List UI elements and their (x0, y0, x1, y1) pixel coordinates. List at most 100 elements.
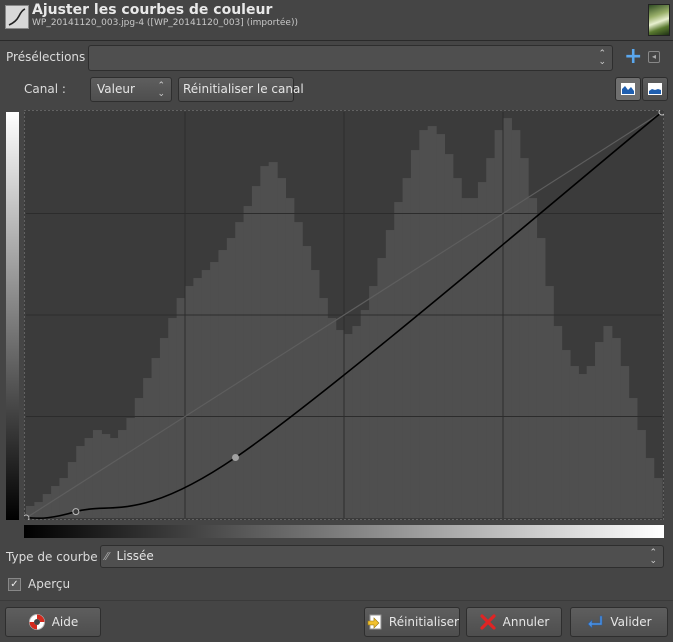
histogram-bar (611, 338, 621, 518)
histogram-bar (218, 250, 228, 518)
histogram-bar (210, 262, 220, 518)
image-thumbnail (648, 4, 670, 36)
enter-arrow-icon (587, 615, 603, 629)
histogram-bar (477, 182, 487, 518)
curve-control-point[interactable] (232, 453, 240, 461)
histogram-bar (251, 186, 261, 518)
vertical-gradient-bar (6, 112, 19, 520)
histogram-bar (76, 446, 86, 518)
log-histogram-button[interactable] (642, 77, 668, 101)
histogram-bar (469, 198, 479, 518)
histogram-bar (318, 298, 328, 518)
histogram-bar (335, 330, 345, 518)
ok-button[interactable]: Valider (570, 607, 668, 637)
histogram-bar (126, 418, 136, 518)
histogram-bar (503, 118, 512, 518)
histogram-bar (436, 134, 446, 518)
cancel-button[interactable]: Annuler (466, 607, 562, 637)
histogram-bar (544, 286, 554, 518)
histogram-bar (461, 198, 471, 518)
histogram-bar (494, 130, 504, 519)
histogram-bar (636, 430, 646, 518)
curve-type-combo[interactable]: ⁄⁄ Lissée ⌃ ⌄ (100, 545, 664, 568)
histogram-bar (51, 486, 61, 518)
histogram-bar (327, 318, 337, 518)
dialog-subtitle: WP_20141120_003.jpg-4 ([WP_20141120_003]… (32, 18, 298, 28)
curve-control-point[interactable] (24, 514, 30, 520)
histogram-bar (595, 342, 605, 518)
horizontal-gradient-bar (24, 525, 664, 538)
histogram-bar (578, 374, 588, 518)
linear-histogram-button[interactable] (615, 77, 641, 101)
button-separator (0, 600, 673, 601)
cancel-label: Annuler (502, 615, 550, 629)
ok-label: Valider (610, 615, 652, 629)
histogram-bar (486, 158, 496, 518)
channel-combo[interactable]: Valeur ⌃ ⌄ (90, 77, 172, 102)
reset-channel-button[interactable]: Réinitialiser le canal (178, 77, 304, 102)
histogram-bar (277, 178, 287, 518)
preset-menu-icon[interactable]: ◂ (648, 51, 660, 63)
updown-arrow-icon: ⌃ ⌄ (598, 49, 606, 67)
channel-label: Canal : (24, 82, 66, 96)
histogram-bar (410, 150, 420, 518)
curves-tool-icon (5, 5, 29, 29)
curve-control-point[interactable] (72, 508, 80, 516)
histogram-bar (226, 238, 236, 519)
log-histogram-icon (648, 83, 662, 95)
histogram-bar (519, 158, 529, 518)
histogram-bar (235, 222, 245, 518)
histogram-bar (528, 198, 538, 518)
histogram-bar (369, 286, 379, 518)
histogram-bar (444, 154, 454, 518)
help-label: Aide (51, 615, 79, 629)
histogram-bar (620, 366, 630, 518)
histogram-bar (352, 326, 362, 518)
histogram-bar (310, 270, 320, 518)
reset-label: Réinitialiser (388, 615, 459, 629)
histogram-bar (260, 166, 270, 518)
updown-arrow-icon: ⌃ ⌄ (157, 80, 165, 99)
curve-control-point[interactable] (658, 110, 664, 116)
channel-value: Valeur (97, 82, 135, 96)
smooth-curve-icon: ⁄⁄ (105, 550, 109, 563)
histogram-bar (452, 178, 462, 518)
reset-button[interactable]: Réinitialiser (364, 607, 460, 637)
help-button[interactable]: Aide (5, 607, 101, 637)
histogram-bar (511, 130, 521, 519)
histogram-bar (59, 478, 69, 518)
histogram-bar (143, 378, 153, 518)
dialog-title: Ajuster les courbes de couleur (32, 2, 273, 18)
add-preset-plus-icon[interactable]: + (624, 46, 642, 68)
histogram-bar (302, 246, 312, 518)
histogram-bar (427, 126, 437, 518)
lifebuoy-icon (28, 614, 45, 630)
histogram-bar (419, 130, 429, 519)
histogram-bar (553, 326, 563, 518)
histogram-bar (344, 334, 353, 518)
histogram-bar (201, 270, 211, 518)
histogram-bar (151, 358, 161, 518)
preview-label[interactable]: Aperçu (28, 577, 70, 591)
histogram-bar (243, 206, 253, 518)
curve-type-label: Type de courbe : (6, 550, 106, 564)
histogram-bar (360, 310, 370, 518)
histogram-bar (109, 438, 119, 518)
linear-histogram-icon (621, 83, 635, 95)
histogram-bar (285, 198, 295, 518)
curve-graph[interactable] (24, 110, 664, 520)
preview-checkbox[interactable]: ✓ (8, 578, 21, 591)
histogram-bar (118, 430, 128, 518)
presets-combo[interactable]: ⌃ ⌄ (88, 45, 613, 71)
histogram-bar (569, 366, 579, 518)
histogram-bar (536, 238, 546, 519)
presets-label: Présélections : (6, 50, 94, 64)
histogram-bar (385, 230, 395, 518)
histogram-bar (268, 162, 278, 518)
close-icon (480, 614, 496, 630)
histogram-bar (101, 434, 111, 518)
histogram-bar (394, 202, 404, 518)
updown-arrow-icon: ⌃ ⌄ (649, 547, 657, 566)
histogram-bar (561, 350, 571, 518)
histogram-bar (653, 478, 663, 518)
